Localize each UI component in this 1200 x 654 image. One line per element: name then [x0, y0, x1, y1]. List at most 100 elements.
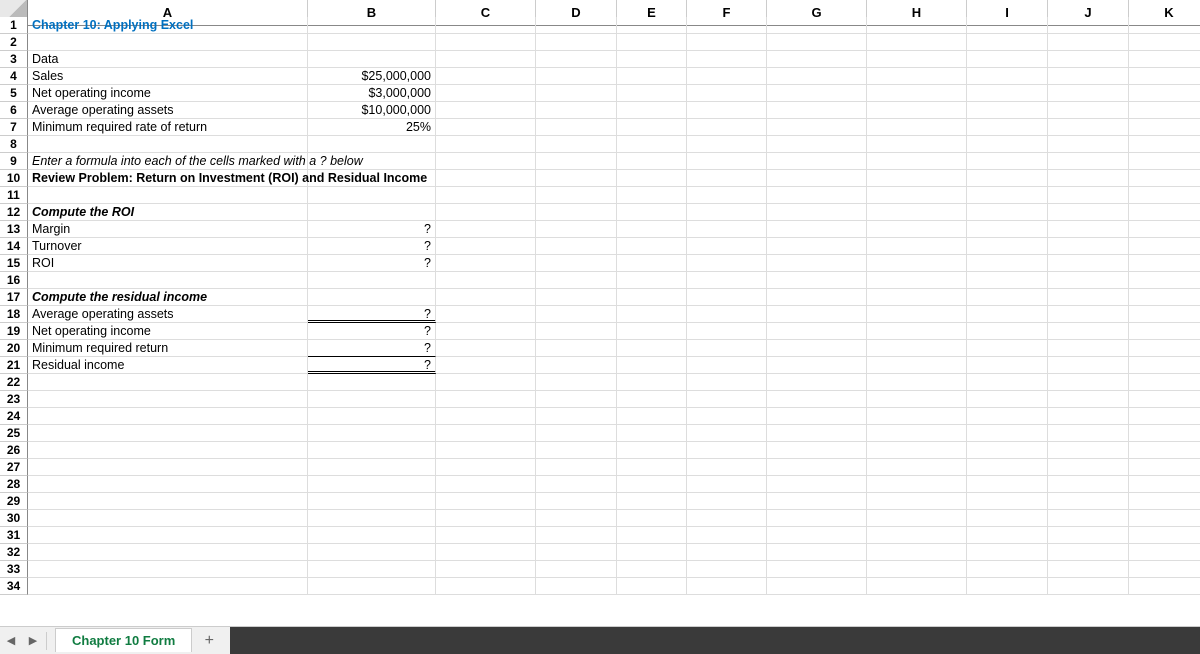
cell-D23[interactable] [536, 391, 617, 408]
cell-K19[interactable] [1129, 323, 1200, 340]
cell-H22[interactable] [867, 374, 967, 391]
cell-J26[interactable] [1048, 442, 1129, 459]
cell-B18[interactable]: ? [308, 306, 436, 323]
cell-F22[interactable] [687, 374, 767, 391]
cell-D22[interactable] [536, 374, 617, 391]
cell-J27[interactable] [1048, 459, 1129, 476]
row-header-12[interactable]: 12 [0, 204, 28, 221]
cell-G33[interactable] [767, 561, 867, 578]
cell-B30[interactable] [308, 510, 436, 527]
cell-A34[interactable] [28, 578, 308, 595]
cell-I5[interactable] [967, 85, 1048, 102]
cell-G11[interactable] [767, 187, 867, 204]
cell-I18[interactable] [967, 306, 1048, 323]
row-header-31[interactable]: 31 [0, 527, 28, 544]
cell-C1[interactable] [436, 17, 536, 34]
cell-B4[interactable]: $25,000,000 [308, 68, 436, 85]
cell-A28[interactable] [28, 476, 308, 493]
cell-F21[interactable] [687, 357, 767, 374]
row-header-28[interactable]: 28 [0, 476, 28, 493]
cell-J34[interactable] [1048, 578, 1129, 595]
cell-D9[interactable] [536, 153, 617, 170]
row-header-11[interactable]: 11 [0, 187, 28, 204]
cell-I20[interactable] [967, 340, 1048, 357]
row-header-26[interactable]: 26 [0, 442, 28, 459]
cell-F6[interactable] [687, 102, 767, 119]
cell-G34[interactable] [767, 578, 867, 595]
cell-C14[interactable] [436, 238, 536, 255]
cell-F25[interactable] [687, 425, 767, 442]
cell-B21[interactable]: ? [308, 357, 436, 374]
cell-H33[interactable] [867, 561, 967, 578]
cell-B23[interactable] [308, 391, 436, 408]
cell-I30[interactable] [967, 510, 1048, 527]
cell-A15[interactable]: ROI [28, 255, 308, 272]
cell-F12[interactable] [687, 204, 767, 221]
cell-H7[interactable] [867, 119, 967, 136]
cell-E33[interactable] [617, 561, 687, 578]
cell-H4[interactable] [867, 68, 967, 85]
cell-H15[interactable] [867, 255, 967, 272]
cell-H3[interactable] [867, 51, 967, 68]
cell-D30[interactable] [536, 510, 617, 527]
cell-E12[interactable] [617, 204, 687, 221]
cell-A14[interactable]: Turnover [28, 238, 308, 255]
cell-K23[interactable] [1129, 391, 1200, 408]
cell-D16[interactable] [536, 272, 617, 289]
cell-G20[interactable] [767, 340, 867, 357]
cell-C23[interactable] [436, 391, 536, 408]
cell-G12[interactable] [767, 204, 867, 221]
cell-J29[interactable] [1048, 493, 1129, 510]
cell-A23[interactable] [28, 391, 308, 408]
cell-J22[interactable] [1048, 374, 1129, 391]
cell-D26[interactable] [536, 442, 617, 459]
cell-C28[interactable] [436, 476, 536, 493]
cell-G30[interactable] [767, 510, 867, 527]
cell-J9[interactable] [1048, 153, 1129, 170]
cell-B17[interactable] [308, 289, 436, 306]
cell-J19[interactable] [1048, 323, 1129, 340]
cell-C15[interactable] [436, 255, 536, 272]
cell-J10[interactable] [1048, 170, 1129, 187]
cell-H26[interactable] [867, 442, 967, 459]
cell-E15[interactable] [617, 255, 687, 272]
cell-H21[interactable] [867, 357, 967, 374]
cell-F2[interactable] [687, 34, 767, 51]
cell-A25[interactable] [28, 425, 308, 442]
cell-D24[interactable] [536, 408, 617, 425]
cell-B27[interactable] [308, 459, 436, 476]
row-header-14[interactable]: 14 [0, 238, 28, 255]
cell-C27[interactable] [436, 459, 536, 476]
cell-E18[interactable] [617, 306, 687, 323]
cell-J32[interactable] [1048, 544, 1129, 561]
cell-J30[interactable] [1048, 510, 1129, 527]
cell-J4[interactable] [1048, 68, 1129, 85]
cell-F19[interactable] [687, 323, 767, 340]
cell-H25[interactable] [867, 425, 967, 442]
cell-H34[interactable] [867, 578, 967, 595]
cell-B34[interactable] [308, 578, 436, 595]
cell-H6[interactable] [867, 102, 967, 119]
cell-I26[interactable] [967, 442, 1048, 459]
cell-I1[interactable] [967, 17, 1048, 34]
cell-J13[interactable] [1048, 221, 1129, 238]
cell-C6[interactable] [436, 102, 536, 119]
cell-E4[interactable] [617, 68, 687, 85]
cell-A13[interactable]: Margin [28, 221, 308, 238]
cell-E27[interactable] [617, 459, 687, 476]
cell-J17[interactable] [1048, 289, 1129, 306]
cell-G18[interactable] [767, 306, 867, 323]
cell-H23[interactable] [867, 391, 967, 408]
cell-B7[interactable]: 25% [308, 119, 436, 136]
cell-C19[interactable] [436, 323, 536, 340]
cell-H31[interactable] [867, 527, 967, 544]
nav-prev-icon[interactable]: ◀ [0, 634, 22, 647]
cell-A29[interactable] [28, 493, 308, 510]
row-header-19[interactable]: 19 [0, 323, 28, 340]
cell-E30[interactable] [617, 510, 687, 527]
cell-J16[interactable] [1048, 272, 1129, 289]
cell-G26[interactable] [767, 442, 867, 459]
cell-H12[interactable] [867, 204, 967, 221]
cell-C12[interactable] [436, 204, 536, 221]
cell-G27[interactable] [767, 459, 867, 476]
